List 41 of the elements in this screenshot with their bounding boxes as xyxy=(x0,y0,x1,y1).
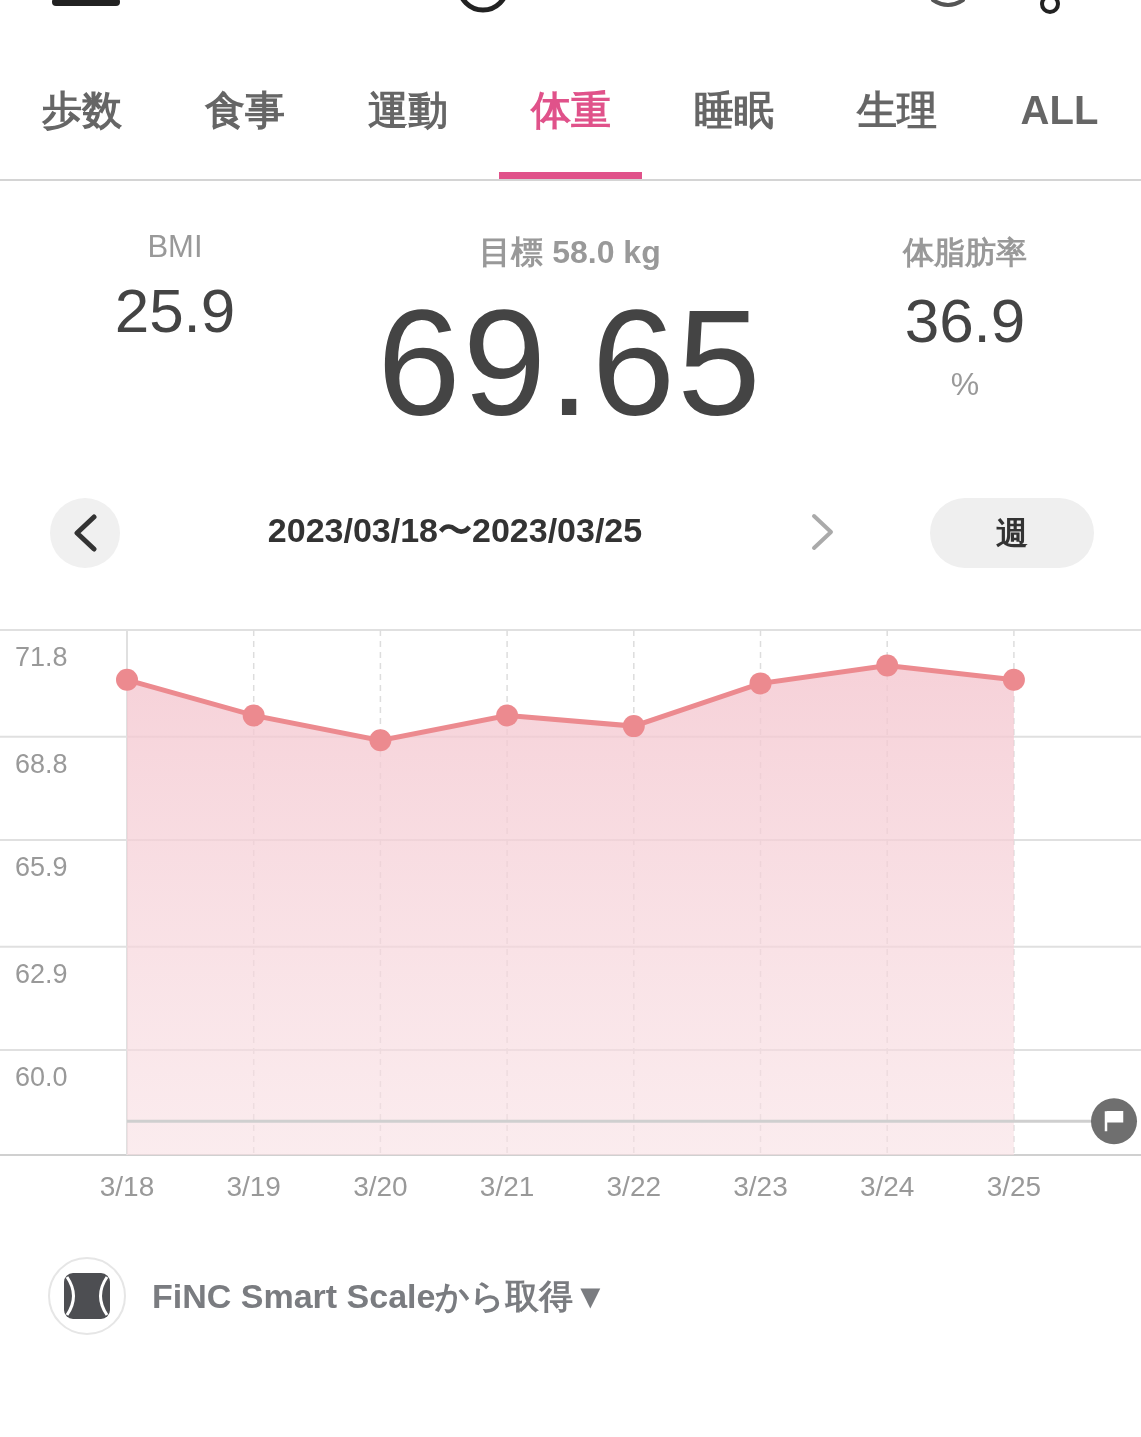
data-point xyxy=(116,668,138,691)
tab[interactable]: 食事 xyxy=(173,40,316,179)
x-axis-label: 3/22 xyxy=(606,1171,662,1202)
data-point xyxy=(749,672,772,695)
bmi-value: 25.9 xyxy=(114,280,236,342)
y-axis-label: 71.8 xyxy=(15,642,68,672)
body-fat-label: 体脂肪率 xyxy=(903,237,1027,268)
data-point xyxy=(1002,668,1025,691)
x-axis-label: 3/21 xyxy=(479,1171,535,1202)
y-axis-label: 68.8 xyxy=(15,748,68,779)
goal-weight: 目標 58.0 kg xyxy=(479,236,661,268)
period-button[interactable]: 週 xyxy=(930,498,1094,568)
x-axis-label: 3/25 xyxy=(986,1171,1042,1202)
tab[interactable]: 生理 xyxy=(825,40,968,179)
scale-logo-icon xyxy=(48,1257,126,1335)
weight-value: 69.65 xyxy=(377,288,763,438)
tab[interactable]: 睡眠 xyxy=(662,40,805,179)
body-fat-unit: % xyxy=(950,368,980,400)
body-fat-value: 36.9 xyxy=(904,290,1026,352)
x-axis-label: 3/19 xyxy=(226,1171,281,1202)
bmi-label: BMI xyxy=(147,231,203,262)
y-axis-label: 60.0 xyxy=(15,1062,68,1092)
chevron-left-icon xyxy=(72,514,98,552)
data-source-link[interactable]: FiNC Smart Scaleから取得▼ xyxy=(152,1270,608,1322)
goal-flag-icon xyxy=(1091,1098,1137,1145)
x-axis-label: 3/18 xyxy=(99,1171,155,1202)
tab[interactable]: 運動 xyxy=(336,40,479,179)
y-axis-label: 65.9 xyxy=(15,852,68,882)
tab[interactable]: 歩数 xyxy=(10,40,153,179)
date-range: 2023/03/18〜2023/03/25 xyxy=(266,513,644,547)
data-point xyxy=(622,715,645,738)
tab[interactable]: ALL xyxy=(988,40,1131,179)
x-axis-label: 3/20 xyxy=(353,1171,408,1202)
x-axis-label: 3/23 xyxy=(733,1171,788,1202)
x-axis-label: 3/24 xyxy=(859,1171,915,1202)
data-point xyxy=(876,654,899,677)
tab[interactable]: 体重 xyxy=(499,40,642,179)
data-point xyxy=(496,704,519,727)
data-point xyxy=(369,729,392,752)
y-axis-label: 62.9 xyxy=(15,958,68,989)
data-point xyxy=(242,704,265,727)
